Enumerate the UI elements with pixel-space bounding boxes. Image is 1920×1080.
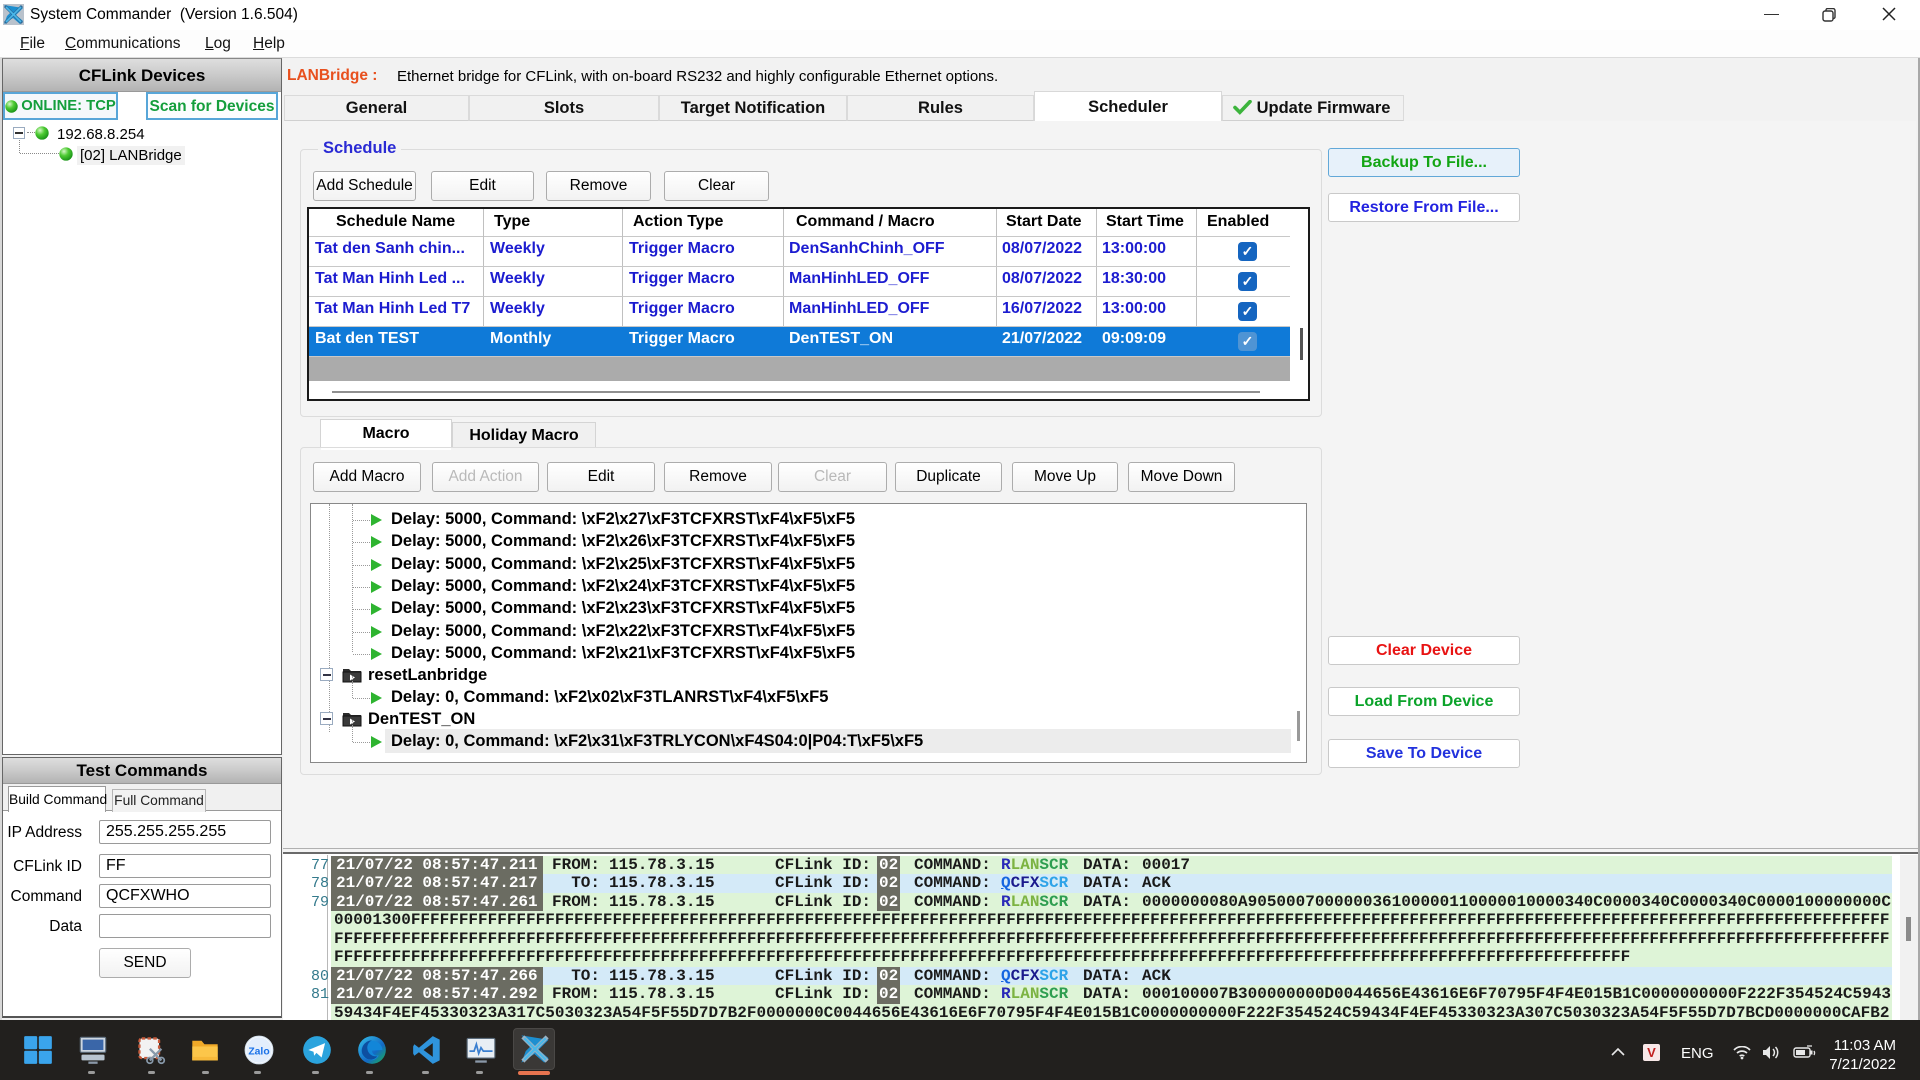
svg-text:Zalo: Zalo — [248, 1047, 269, 1058]
